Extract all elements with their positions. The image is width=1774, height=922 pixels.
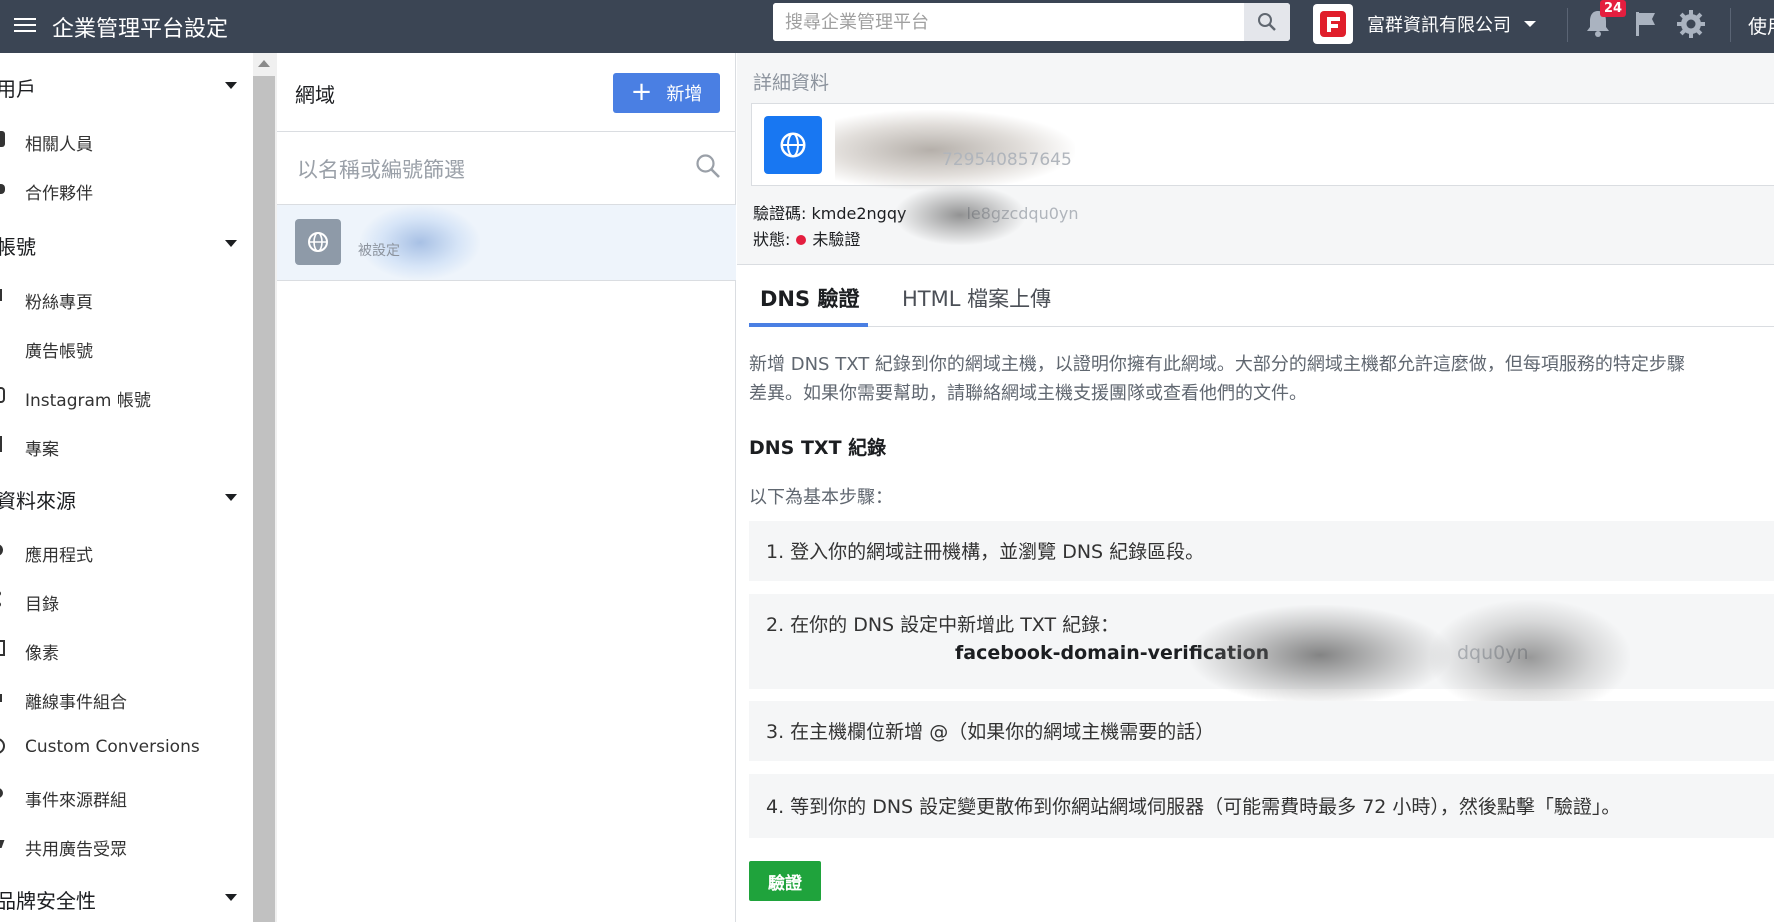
sidebar-section-data-sources[interactable]: 資料來源 (0, 485, 245, 515)
flag-button[interactable] (1633, 10, 1659, 42)
sidebar-section-brand-safety[interactable]: 品牌安全性 (0, 885, 245, 915)
sidebar: 用戶 相關人員 合作夥伴 帳號 粉絲專頁 廣告帳號 Instagram 帳號 專… (0, 53, 253, 922)
panel-title: 網域 (295, 83, 335, 107)
step-3: 3. 在主機欄位新增 @（如果你的網域主機需要的話） (749, 701, 1774, 761)
user-menu[interactable]: 使用 (1748, 12, 1774, 39)
custom-conversions-icon (0, 738, 5, 754)
add-domain-button[interactable]: + 新增 (613, 73, 720, 113)
sidebar-item-instagram[interactable]: Instagram 帳號 (0, 384, 245, 412)
globe-icon (295, 219, 341, 265)
intro-text-line-2: 差異。如果你需要幫助，請聯絡網域主機支援團隊或查看他們的文件。 (749, 383, 1307, 404)
flag-icon (1636, 12, 1655, 36)
divider (277, 280, 736, 281)
catalog-icon (0, 591, 5, 607)
sidebar-item-catalogs[interactable]: 目錄 (0, 588, 245, 616)
search-icon (695, 153, 721, 183)
redacted-area (895, 185, 1025, 245)
sidebar-item-pages[interactable]: 粉絲專頁 (0, 286, 245, 314)
tab-dns-verification[interactable]: DNS 驗證 (760, 283, 859, 313)
divider (1730, 8, 1731, 42)
gear-icon (1677, 10, 1705, 38)
sidebar-item-projects[interactable]: 專案 (0, 433, 245, 461)
company-name: 富群資訊有限公司 (1367, 15, 1511, 36)
scroll-up-arrow-icon[interactable] (258, 60, 270, 67)
domain-meta: 被設定 (358, 243, 400, 259)
domain-id: 729540857645 (942, 150, 1072, 170)
status-value: 未驗證 (812, 230, 861, 249)
caret-down-icon (225, 894, 237, 901)
plus-icon: + (630, 76, 653, 107)
step-4: 4. 等到你的 DNS 設定變更散佈到你網站網域伺服器（可能需費時最多 72 小… (749, 774, 1774, 838)
globe-icon (764, 116, 822, 174)
caret-down-icon (225, 240, 237, 247)
step-1: 1. 登入你的網域註冊機構，並瀏覽 DNS 紀錄區段。 (749, 521, 1774, 581)
search-icon (1258, 13, 1276, 31)
partners-icon (0, 184, 5, 194)
sidebar-item-people[interactable]: 相關人員 (0, 128, 245, 156)
tab-html-upload[interactable]: HTML 檔案上傳 (902, 283, 1051, 313)
pixel-icon (0, 640, 5, 656)
sidebar-item-pixels[interactable]: 像素 (0, 637, 245, 665)
redacted-area (1190, 605, 1450, 705)
domain-list-item[interactable] (277, 205, 736, 280)
project-icon (0, 436, 2, 452)
status-line: 狀態: 未驗證 (753, 230, 861, 249)
sidebar-scroll-thumb[interactable] (253, 76, 275, 922)
top-bar: 企業管理平台設定 富群資訊有限公司 24 (0, 0, 1774, 53)
search-box (773, 3, 1290, 41)
sidebar-item-event-source-groups[interactable]: 事件來源群組 (0, 784, 245, 812)
chevron-down-icon (1524, 21, 1536, 27)
status-dot-icon (796, 235, 807, 245)
app-title: 企業管理平台設定 (52, 17, 229, 42)
flag-icon (0, 289, 2, 301)
caret-down-icon (225, 494, 237, 501)
detail-section-label: 詳細資料 (753, 72, 830, 94)
divider (277, 131, 736, 132)
instagram-icon (0, 387, 5, 403)
sidebar-item-custom-conversions[interactable]: Custom Conversions (0, 735, 245, 763)
sidebar-section-users[interactable]: 用戶 (0, 73, 245, 103)
ad-account-icon (0, 338, 5, 354)
caret-down-icon (225, 82, 237, 89)
sidebar-section-accounts[interactable]: 帳號 (0, 231, 245, 261)
sidebar-item-offline-event-sets[interactable]: 離線事件組合 (0, 686, 245, 714)
notification-badge: 24 (1600, 0, 1627, 17)
hamburger-menu-icon[interactable] (14, 14, 36, 36)
active-tab-indicator (749, 323, 868, 327)
search-button[interactable] (1244, 3, 1290, 41)
company-switcher[interactable]: 富群資訊有限公司 (1313, 4, 1537, 44)
settings-button[interactable] (1676, 9, 1706, 43)
app-icon (0, 544, 3, 556)
filter-input[interactable] (295, 150, 715, 190)
divider (1567, 8, 1568, 42)
search-input[interactable] (773, 3, 1244, 41)
offline-events-icon (0, 694, 2, 702)
sidebar-item-apps[interactable]: 應用程式 (0, 539, 245, 567)
divider (737, 264, 1774, 265)
verification-code-value: kmde2ngqy (811, 204, 907, 223)
sidebar-item-partners[interactable]: 合作夥伴 (0, 177, 245, 205)
event-source-icon (0, 788, 3, 798)
shared-audience-icon (0, 840, 5, 848)
redacted-area (1430, 600, 1630, 715)
sidebar-item-shared-audiences[interactable]: 共用廣告受眾 (0, 833, 245, 861)
verify-button[interactable]: 驗證 (749, 861, 821, 901)
steps-intro: 以下為基本步驟： (749, 487, 893, 508)
dns-txt-heading: DNS TXT 紀錄 (749, 437, 887, 459)
divider (749, 326, 1774, 327)
person-icon (0, 131, 5, 147)
company-logo (1313, 4, 1353, 44)
domains-panel: 網域 + 新增 (277, 53, 736, 922)
intro-text-line-1: 新增 DNS TXT 紀錄到你的網域主機，以證明你擁有此網域。大部分的網域主機都… (749, 354, 1685, 375)
sidebar-item-ad-accounts[interactable]: 廣告帳號 (0, 335, 245, 363)
